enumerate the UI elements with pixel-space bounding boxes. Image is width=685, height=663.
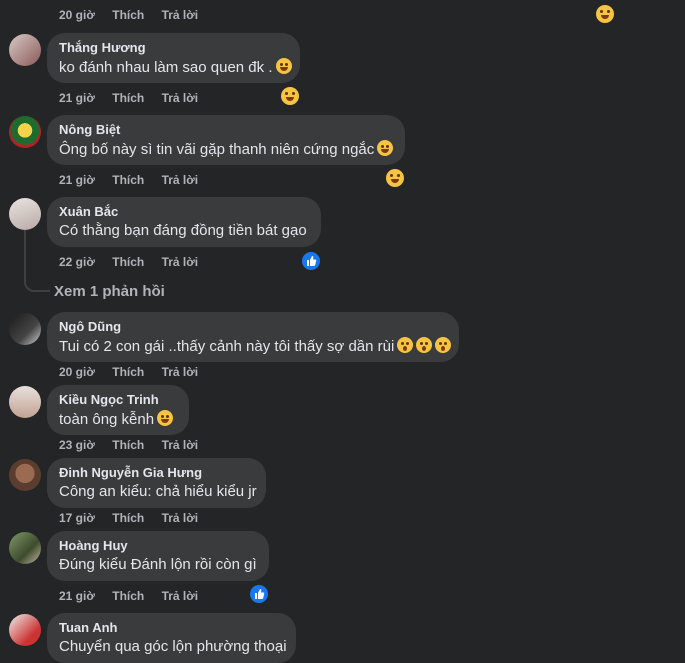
like-link[interactable]: Thích (112, 255, 144, 269)
reply-link[interactable]: Trả lời (162, 438, 199, 452)
comment-meta-row: 20 giờ Thích Trả lời (59, 8, 198, 22)
comment-meta-row: 21 giờ Thích Trả lời (59, 173, 198, 187)
reply-thread-curve (24, 272, 50, 292)
comment-text: toàn ông kễnh (59, 410, 174, 428)
comment-author[interactable]: Tuan Anh (59, 620, 118, 635)
comment-author[interactable]: Thắng Hương (59, 40, 146, 55)
comment-author[interactable]: Ngô Dũng (59, 319, 121, 334)
comment-bubble: Ngô Dũng Tui có 2 con gái ..thấy cảnh nà… (47, 312, 459, 362)
avatar[interactable] (9, 116, 41, 148)
like-link[interactable]: Thích (112, 91, 144, 105)
comment-time[interactable]: 20 giờ (59, 365, 95, 379)
comment-bubble: Tuan Anh Chuyển qua góc lộn phường thoại (47, 613, 296, 663)
like-reaction-icon[interactable] (250, 585, 268, 603)
comment-meta-row: 22 giờ Thích Trả lời (59, 255, 198, 269)
comment-time[interactable]: 20 giờ (59, 8, 95, 22)
rofl-emoji (377, 140, 394, 156)
comment-bubble: Thắng Hương ko đánh nhau làm sao quen đk… (47, 33, 300, 83)
like-link[interactable]: Thích (112, 589, 144, 603)
scream-emoji (416, 337, 433, 353)
avatar[interactable] (9, 34, 41, 66)
avatar[interactable] (9, 198, 41, 230)
comment-bubble: Kiều Ngọc Trinh toàn ông kễnh (47, 385, 189, 435)
haha-reaction-icon[interactable] (281, 87, 299, 105)
reply-link[interactable]: Trả lời (162, 91, 199, 105)
comment-text: Công an kiểu: chả hiểu kiểu jr (59, 483, 257, 500)
reply-link[interactable]: Trả lời (162, 365, 199, 379)
comment-time[interactable]: 21 giờ (59, 173, 95, 187)
comment-meta-row: 21 giờ Thích Trả lời (59, 589, 198, 603)
like-link[interactable]: Thích (112, 173, 144, 187)
comment-author[interactable]: Hoàng Huy (59, 538, 128, 553)
reply-link[interactable]: Trả lời (162, 173, 199, 187)
comment-text: Tui có 2 con gái ..thấy cảnh này tôi thấ… (59, 337, 452, 355)
comment-bubble: Nông Biệt Ông bố này sì tin vãi gặp than… (47, 115, 405, 165)
like-link[interactable]: Thích (112, 8, 144, 22)
comment-time[interactable]: 21 giờ (59, 589, 95, 603)
scream-emoji (397, 337, 414, 353)
view-replies-link[interactable]: Xem 1 phản hồi (54, 283, 165, 300)
like-link[interactable]: Thích (112, 365, 144, 379)
comment-author[interactable]: Đinh Nguyễn Gia Hưng (59, 465, 202, 480)
comment-bubble: Xuân Bắc Có thằng bạn đáng đồng tiền bát… (47, 197, 321, 247)
like-link[interactable]: Thích (112, 438, 144, 452)
comment-meta-row: 21 giờ Thích Trả lời (59, 91, 198, 105)
avatar[interactable] (9, 614, 41, 646)
comment-time[interactable]: 23 giờ (59, 438, 95, 452)
comment-author[interactable]: Xuân Bắc (59, 204, 118, 219)
comment-meta-row: 23 giờ Thích Trả lời (59, 438, 198, 452)
laugh-tears-emoji (157, 410, 174, 426)
comment-text: Ông bố này sì tin vãi gặp thanh niên cứn… (59, 140, 394, 158)
comment-time[interactable]: 21 giờ (59, 91, 95, 105)
scream-emoji (435, 337, 452, 353)
haha-reaction-icon[interactable] (386, 169, 404, 187)
avatar[interactable] (9, 313, 41, 345)
haha-reaction-icon[interactable] (596, 5, 614, 23)
comment-bubble: Đinh Nguyễn Gia Hưng Công an kiểu: chả h… (47, 458, 266, 508)
comment-text: Chuyển qua góc lộn phường thoại (59, 638, 287, 655)
avatar[interactable] (9, 532, 41, 564)
comment-text: ko đánh nhau làm sao quen đk . (59, 58, 292, 76)
reply-link[interactable]: Trả lời (162, 589, 199, 603)
reply-link[interactable]: Trả lời (162, 511, 199, 525)
comment-text: Đúng kiểu Đánh lộn rồi còn gì (59, 556, 257, 573)
comment-meta-row: 20 giờ Thích Trả lời (59, 365, 198, 379)
like-reaction-icon[interactable] (302, 252, 320, 270)
avatar[interactable] (9, 459, 41, 491)
comment-bubble: Hoàng Huy Đúng kiểu Đánh lộn rồi còn gì (47, 531, 269, 581)
reply-link[interactable]: Trả lời (162, 8, 199, 22)
comment-text: Có thằng bạn đáng đồng tiền bát gạo (59, 222, 307, 239)
like-link[interactable]: Thích (112, 511, 144, 525)
comment-time[interactable]: 22 giờ (59, 255, 95, 269)
comment-author[interactable]: Kiều Ngọc Trinh (59, 392, 159, 407)
comment-time[interactable]: 17 giờ (59, 511, 95, 525)
comment-author[interactable]: Nông Biệt (59, 122, 120, 137)
reply-link[interactable]: Trả lời (162, 255, 199, 269)
rofl-emoji (275, 58, 292, 74)
comment-meta-row: 17 giờ Thích Trả lời (59, 511, 198, 525)
avatar[interactable] (9, 386, 41, 418)
